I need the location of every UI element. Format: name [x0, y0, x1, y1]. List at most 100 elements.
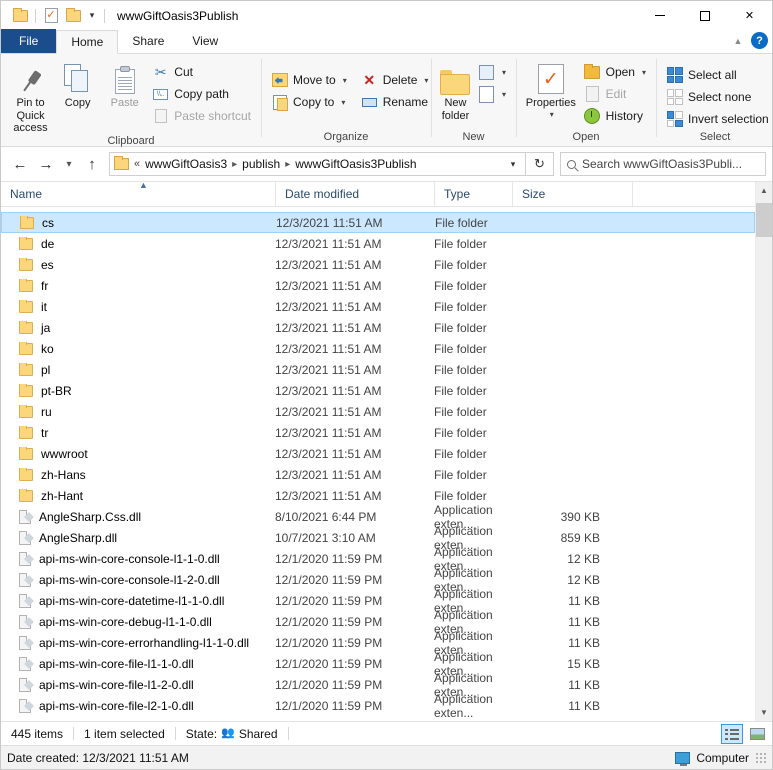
- refresh-button[interactable]: ↻: [526, 152, 554, 176]
- copy-to-button[interactable]: Copy to ▾: [267, 91, 351, 113]
- open-button[interactable]: Open ▾: [580, 61, 650, 83]
- table-row[interactable]: ja 12/3/2021 11:51 AM File folder: [1, 317, 755, 338]
- table-row[interactable]: api-ms-win-core-file-l1-1-0.dll 12/1/2020…: [1, 650, 755, 678]
- qat-folder-icon[interactable]: [9, 5, 31, 27]
- breadcrumb-overflow[interactable]: «: [133, 158, 143, 170]
- collapse-ribbon-chevron-up-icon[interactable]: ▲: [731, 36, 745, 46]
- select-none-button[interactable]: Select none: [662, 86, 773, 108]
- table-row[interactable]: pl 12/3/2021 11:51 AM File folder: [1, 359, 755, 380]
- select-all-button[interactable]: Select all: [662, 64, 773, 86]
- breadcrumb-item-0[interactable]: wwwGiftOasis3: [143, 157, 229, 171]
- details-view-button[interactable]: [721, 724, 743, 744]
- tab-share[interactable]: Share: [118, 29, 178, 53]
- cut-button[interactable]: ✂ Cut: [148, 61, 255, 83]
- table-row[interactable]: wwwroot 12/3/2021 11:51 AM File folder: [1, 443, 755, 464]
- clipboard-group-label: Clipboard: [107, 134, 155, 147]
- properties-button[interactable]: ✓ Properties ▾: [522, 58, 580, 119]
- minimize-button[interactable]: [637, 1, 682, 30]
- table-row[interactable]: zh-Hans 12/3/2021 11:51 AM File folder: [1, 464, 755, 485]
- paste-shortcut-button[interactable]: Paste shortcut: [148, 105, 255, 127]
- qat-customize-chevron-down-icon[interactable]: ▾: [84, 6, 100, 26]
- column-header-size[interactable]: Size: [513, 182, 633, 207]
- open-label: Open: [605, 65, 635, 79]
- new-item-button[interactable]: ▾: [474, 61, 510, 83]
- copy-path-button[interactable]: \\.. Copy path: [148, 83, 255, 105]
- qat-properties-icon[interactable]: ✓: [40, 5, 62, 27]
- tab-view[interactable]: View: [178, 29, 232, 53]
- table-row[interactable]: api-ms-win-core-datetime-l1-1-0.dll 12/1/…: [1, 587, 755, 615]
- table-row[interactable]: api-ms-win-core-console-l1-1-0.dll 12/1/2…: [1, 545, 755, 573]
- table-row[interactable]: api-ms-win-core-debug-l1-1-0.dll 12/1/202…: [1, 608, 755, 636]
- new-folder-button[interactable]: New folder: [437, 58, 474, 122]
- table-row[interactable]: api-ms-win-core-errorhandling-l1-1-0.dll…: [1, 629, 755, 657]
- breadcrumb-item-1[interactable]: publish: [240, 157, 282, 171]
- close-button[interactable]: ✕: [727, 1, 772, 30]
- address-bar: ← → ▾ ↑ « wwwGiftOasis3 ▸ publish ▸ wwwG…: [1, 147, 772, 181]
- table-row[interactable]: es 12/3/2021 11:51 AM File folder: [1, 254, 755, 275]
- properties-chevron-down-icon[interactable]: ▾: [550, 110, 554, 119]
- table-row[interactable]: ko 12/3/2021 11:51 AM File folder: [1, 338, 755, 359]
- tab-home[interactable]: Home: [56, 30, 119, 54]
- scrollbar-thumb[interactable]: [755, 203, 772, 237]
- recent-locations-chevron-down-icon[interactable]: ▾: [59, 151, 79, 177]
- edit-button[interactable]: Edit: [580, 83, 650, 105]
- table-row[interactable]: tr 12/3/2021 11:51 AM File folder: [1, 422, 755, 443]
- back-button[interactable]: ←: [7, 151, 33, 177]
- table-row[interactable]: zh-Hant 12/3/2021 11:51 AM File folder: [1, 485, 755, 506]
- column-header-name-label: Name: [10, 187, 43, 201]
- search-icon: [567, 159, 576, 169]
- table-row[interactable]: pt-BR 12/3/2021 11:51 AM File folder: [1, 380, 755, 401]
- thumbnails-view-button[interactable]: [746, 724, 768, 744]
- easy-access-button[interactable]: ▾: [474, 83, 510, 105]
- table-row[interactable]: cs 12/3/2021 11:51 AM File folder: [1, 212, 755, 233]
- easy-access-chevron-down-icon[interactable]: ▾: [502, 90, 506, 99]
- scroll-up-arrow-icon[interactable]: ▲: [756, 182, 773, 199]
- history-button[interactable]: History: [580, 105, 650, 127]
- invert-selection-button[interactable]: Invert selection: [662, 108, 773, 130]
- file-name: api-ms-win-core-datetime-l1-1-0.dll: [39, 593, 225, 608]
- help-icon[interactable]: ?: [751, 32, 768, 49]
- column-header-date-modified[interactable]: Date modified: [276, 182, 435, 207]
- table-row[interactable]: api-ms-win-core-file-l1-2-0.dll 12/1/2020…: [1, 671, 755, 699]
- resize-grip[interactable]: [755, 752, 767, 764]
- pin-to-quick-access-button[interactable]: Pin to Quick access: [7, 58, 54, 135]
- open-chevron-down-icon[interactable]: ▾: [642, 68, 646, 77]
- table-row[interactable]: AngleSharp.dll 10/7/2021 3:10 AM Applicati…: [1, 524, 755, 552]
- rename-button[interactable]: Rename: [357, 91, 433, 113]
- vertical-scrollbar[interactable]: ▲ ▼: [755, 182, 772, 721]
- scrollbar-track[interactable]: [755, 199, 772, 704]
- delete-button[interactable]: ✕ Delete ▾: [357, 69, 433, 91]
- tab-file[interactable]: File: [1, 29, 57, 53]
- search-box[interactable]: Search wwwGiftOasis3Publi...: [560, 152, 766, 176]
- table-row[interactable]: api-ms-win-core-console-l1-2-0.dll 12/1/2…: [1, 566, 755, 594]
- table-row[interactable]: ru 12/3/2021 11:51 AM File folder: [1, 401, 755, 422]
- forward-button[interactable]: →: [33, 151, 59, 177]
- breadcrumb-separator-0[interactable]: ▸: [229, 159, 240, 170]
- qat-new-folder-icon[interactable]: [62, 5, 84, 27]
- new-item-chevron-down-icon[interactable]: ▾: [502, 68, 506, 77]
- table-row[interactable]: api-ms-win-core-file-l2-1-0.dll 12/1/2020…: [1, 692, 755, 720]
- copy-to-chevron-down-icon[interactable]: ▾: [341, 98, 345, 107]
- column-header-type[interactable]: Type: [435, 182, 513, 207]
- up-button[interactable]: ↑: [79, 151, 105, 177]
- table-row[interactable]: AngleSharp.Css.dll 8/10/2021 6:44 PM Appli…: [1, 503, 755, 531]
- file-name: ko: [41, 341, 54, 356]
- maximize-button[interactable]: [682, 1, 727, 30]
- move-to-button[interactable]: Move to ▾: [267, 69, 351, 91]
- delete-chevron-down-icon[interactable]: ▾: [424, 76, 428, 85]
- table-row[interactable]: de 12/3/2021 11:51 AM File folder: [1, 233, 755, 254]
- move-to-chevron-down-icon[interactable]: ▾: [343, 76, 347, 85]
- breadcrumb-item-2[interactable]: wwwGiftOasis3Publish: [293, 157, 418, 171]
- search-input[interactable]: Search wwwGiftOasis3Publi...: [582, 157, 742, 171]
- column-header-name[interactable]: Name ▲: [1, 182, 276, 207]
- paste-button[interactable]: Paste: [101, 58, 148, 110]
- table-row[interactable]: fr 12/3/2021 11:51 AM File folder: [1, 275, 755, 296]
- scroll-down-arrow-icon[interactable]: ▼: [756, 704, 773, 721]
- file-name: tr: [41, 425, 49, 440]
- address-path-box[interactable]: « wwwGiftOasis3 ▸ publish ▸ wwwGiftOasis…: [109, 152, 526, 176]
- breadcrumb-separator-1[interactable]: ▸: [282, 159, 293, 170]
- address-history-chevron-down-icon[interactable]: ▾: [503, 159, 523, 170]
- cell-name: api-ms-win-core-errorhandling-l1-1-0.dll: [19, 635, 275, 650]
- copy-button[interactable]: Copy: [54, 58, 101, 110]
- table-row[interactable]: it 12/3/2021 11:51 AM File folder: [1, 296, 755, 317]
